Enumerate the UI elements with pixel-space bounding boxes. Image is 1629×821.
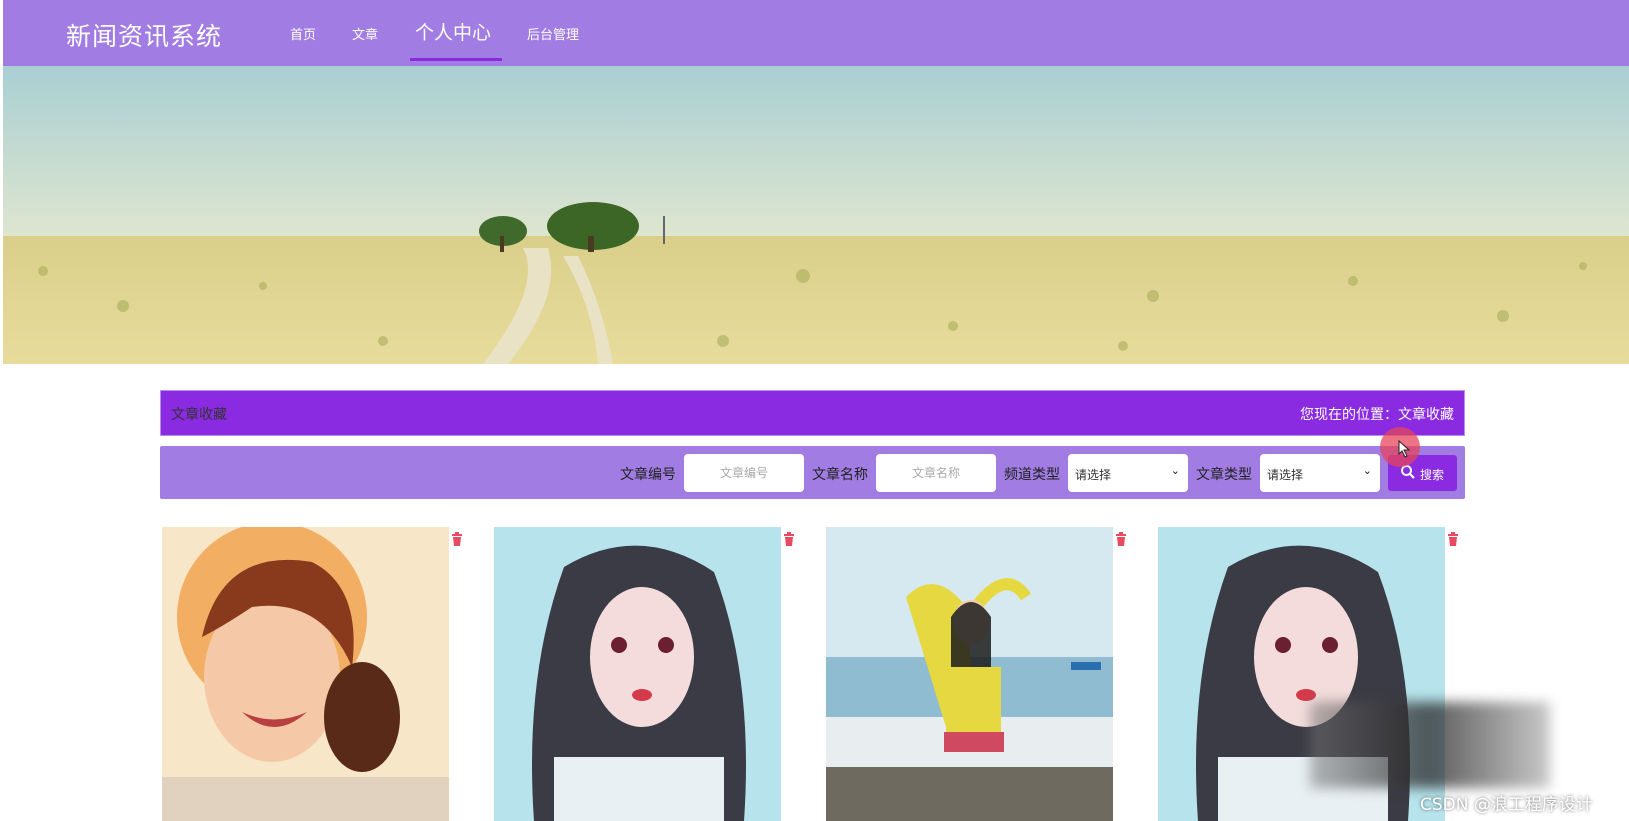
delete-icon[interactable] bbox=[1446, 532, 1460, 546]
nav-personal-center[interactable]: 个人中心 bbox=[415, 18, 491, 45]
chevron-down-icon: ⌄ bbox=[1362, 464, 1372, 477]
article-name-input[interactable] bbox=[876, 454, 996, 492]
breadcrumb: 您现在的位置：文章收藏 bbox=[1300, 407, 1454, 423]
banner-image bbox=[3, 66, 1629, 364]
favorite-card[interactable] bbox=[826, 527, 1113, 821]
watermark: CSDN @浪工程序设计 bbox=[1420, 795, 1593, 815]
banner-carousel[interactable] bbox=[3, 66, 1629, 364]
article-thumbnail bbox=[826, 527, 1113, 821]
nav-admin[interactable]: 后台管理 bbox=[527, 24, 579, 43]
article-number-input[interactable] bbox=[684, 454, 804, 492]
chevron-down-icon: ⌄ bbox=[1170, 464, 1180, 477]
site-title[interactable]: 新闻资讯系统 bbox=[66, 17, 222, 53]
article-type-label: 文章类型 bbox=[1196, 467, 1252, 483]
delete-icon[interactable] bbox=[1114, 532, 1128, 546]
search-button-label: 搜索 bbox=[1420, 468, 1445, 482]
delete-icon[interactable] bbox=[450, 532, 464, 546]
favorite-card[interactable] bbox=[162, 527, 449, 821]
article-type-select[interactable]: 请选择 ⌄ bbox=[1260, 454, 1380, 492]
search-bar: 文章编号 文章名称 频道类型 请选择 ⌄ 文章类型 请选择 ⌄ 搜索 bbox=[160, 446, 1465, 499]
article-thumbnail bbox=[494, 527, 781, 821]
favorite-card[interactable] bbox=[494, 527, 781, 821]
channel-type-label: 频道类型 bbox=[1004, 467, 1060, 483]
delete-icon[interactable] bbox=[782, 532, 796, 546]
channel-type-value: 请选择 bbox=[1075, 468, 1112, 482]
article-number-label: 文章编号 bbox=[620, 467, 676, 483]
section-title: 文章收藏 bbox=[171, 407, 227, 423]
article-type-value: 请选择 bbox=[1267, 468, 1304, 482]
article-thumbnail bbox=[162, 527, 449, 821]
channel-type-select[interactable]: 请选择 ⌄ bbox=[1068, 454, 1188, 492]
section-header: 文章收藏 您现在的位置：文章收藏 bbox=[160, 390, 1465, 436]
mouse-cursor-icon bbox=[1398, 440, 1411, 458]
nav-home[interactable]: 首页 bbox=[290, 24, 316, 43]
top-navbar: 新闻资讯系统 首页 文章 个人中心 后台管理 bbox=[3, 0, 1629, 66]
nav-articles[interactable]: 文章 bbox=[352, 24, 378, 43]
active-nav-indicator bbox=[410, 58, 502, 61]
article-name-label: 文章名称 bbox=[812, 467, 868, 483]
blurred-region bbox=[1310, 702, 1550, 788]
